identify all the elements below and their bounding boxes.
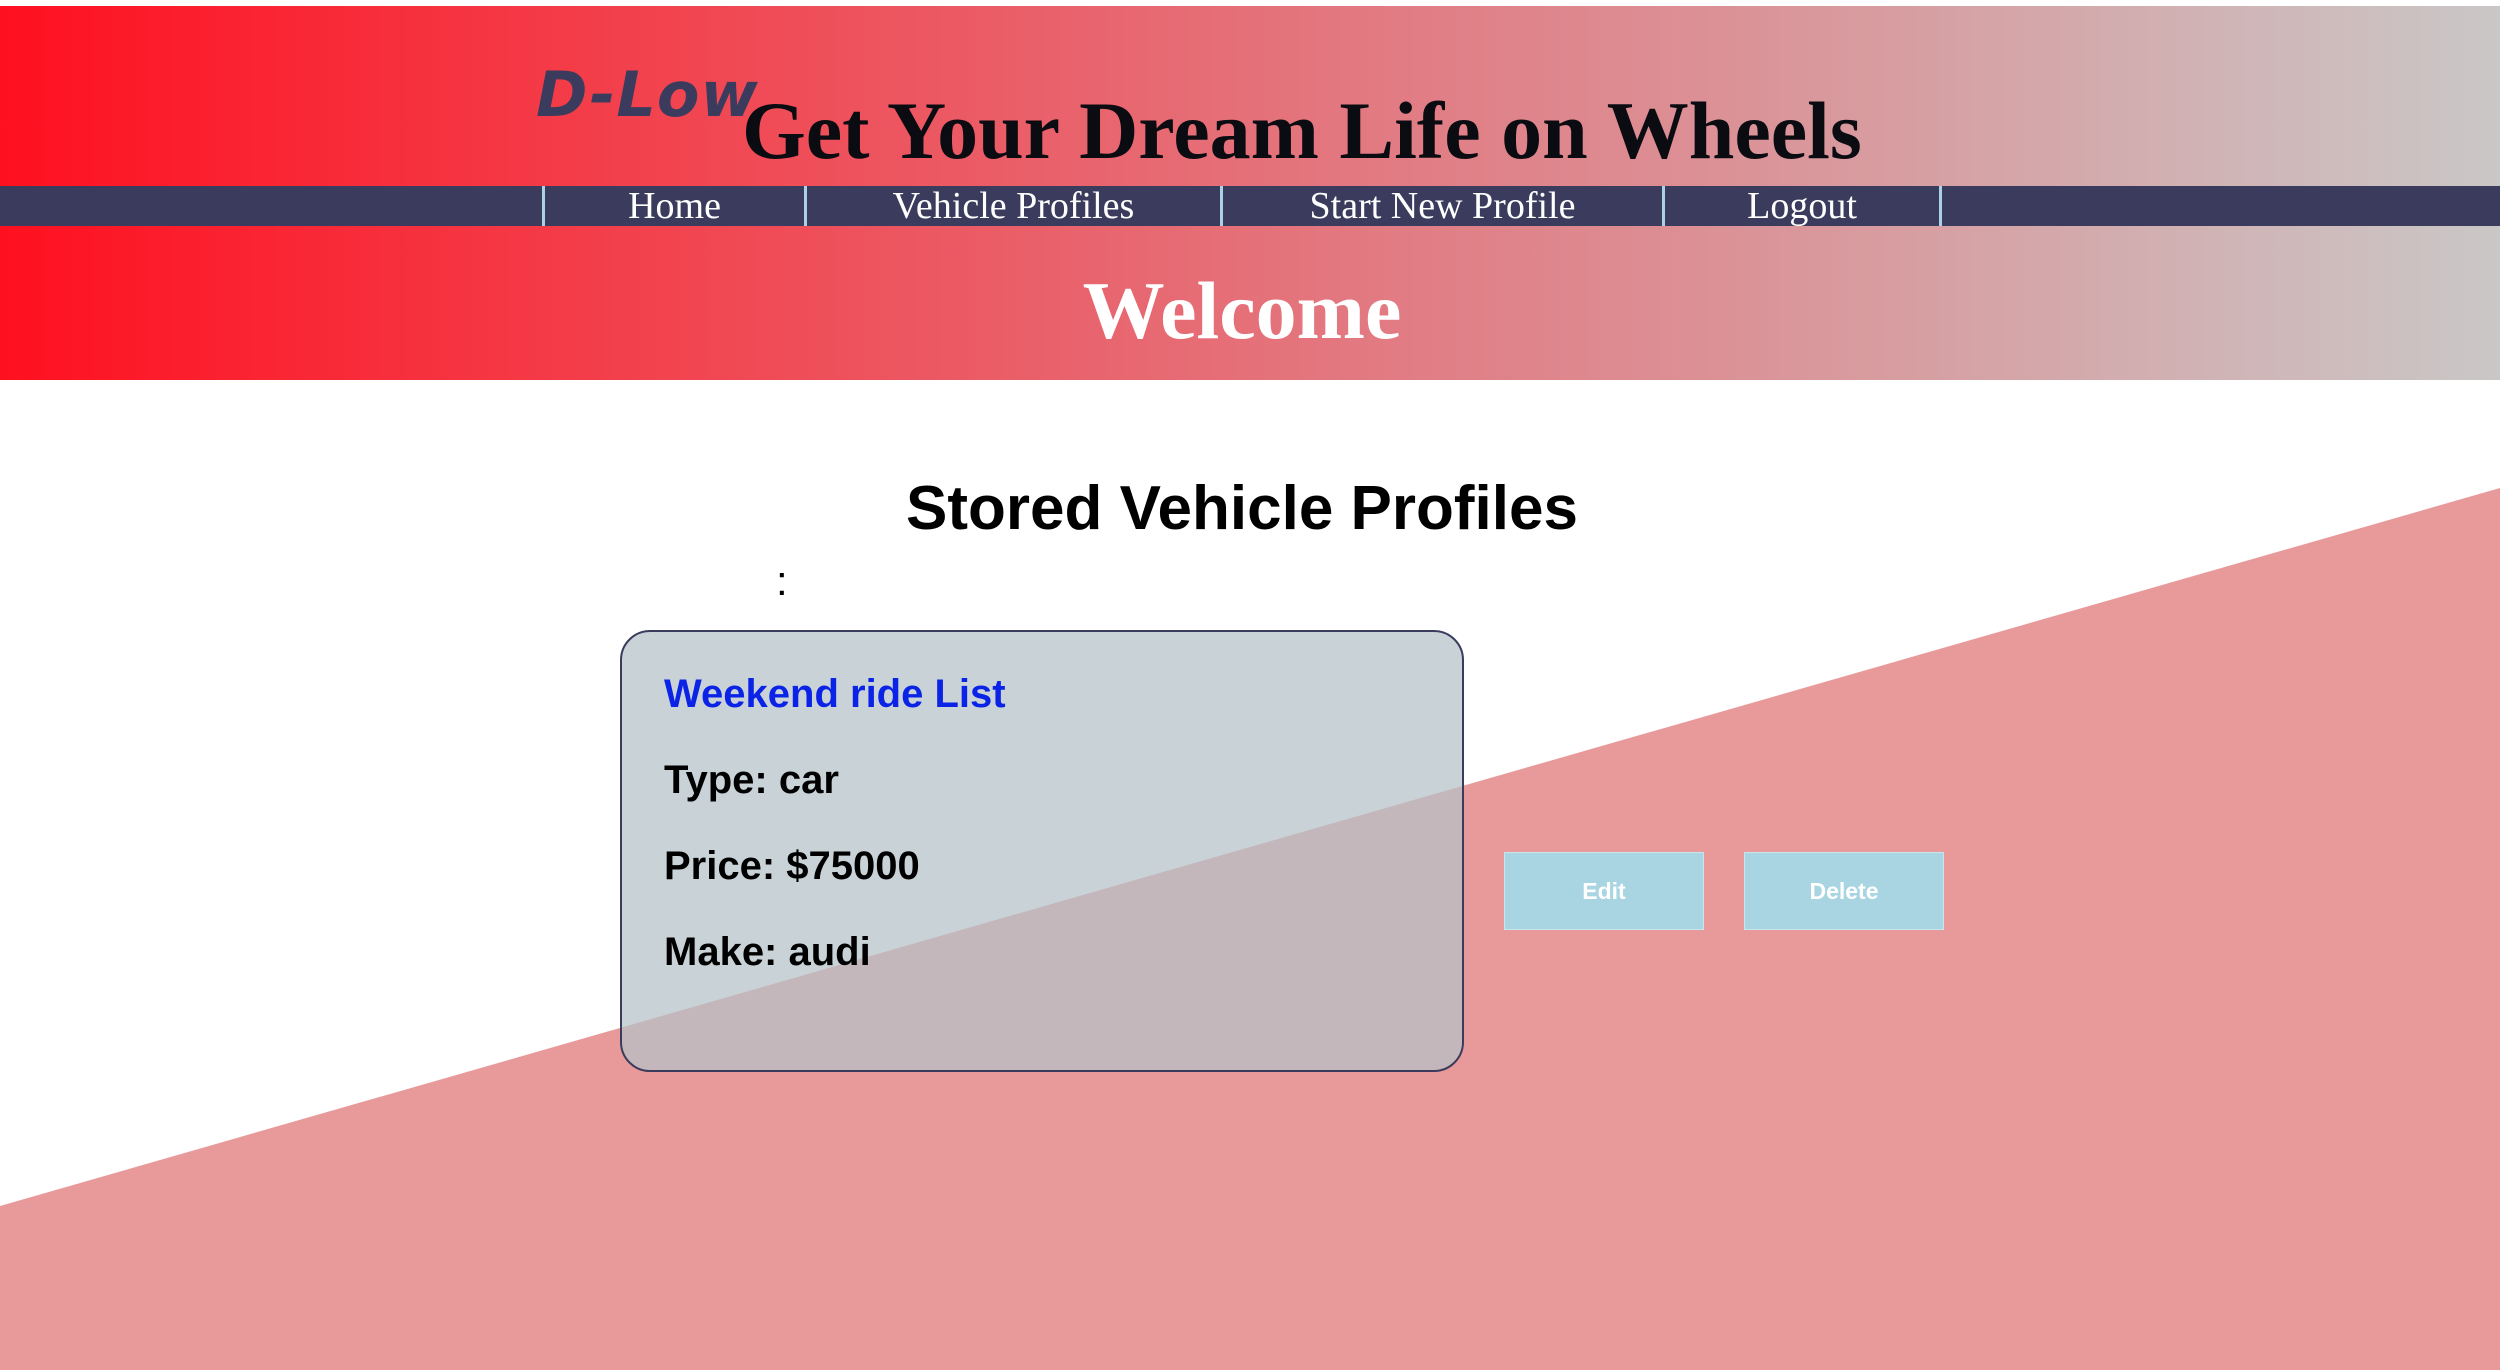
nav-logout-link[interactable]: Logout	[1662, 186, 1942, 226]
main-nav: Home Vehicle Profiles Start New Profile …	[0, 186, 2500, 226]
profile-make: Make: audi	[664, 930, 871, 974]
edit-button[interactable]: Edit	[1504, 852, 1704, 930]
stored-profiles-heading: Stored Vehicle Profiles	[906, 474, 1578, 543]
nav-home-link[interactable]: Home	[542, 186, 804, 226]
welcome-heading: Welcome	[1082, 265, 1402, 356]
delete-button[interactable]: Delete	[1744, 852, 1944, 930]
nav-vehicle-profiles-link[interactable]: Vehicle Profiles	[804, 186, 1220, 226]
profile-price: Price: $75000	[664, 844, 920, 888]
site-header: D-Low Get Your Dream Life on Wheels Home…	[0, 6, 2500, 380]
profile-name[interactable]: Weekend ride List	[664, 674, 1006, 714]
vehicle-profile-card: Weekend ride List Type: car Price: $7500…	[620, 630, 1464, 1072]
profile-separator: :	[776, 557, 788, 604]
site-logo[interactable]: D-Low	[536, 64, 759, 126]
site-tagline: Get Your Dream Life on Wheels	[742, 85, 1862, 176]
profile-type: Type: car	[664, 758, 839, 802]
nav-start-new-profile-link[interactable]: Start New Profile	[1220, 186, 1662, 226]
